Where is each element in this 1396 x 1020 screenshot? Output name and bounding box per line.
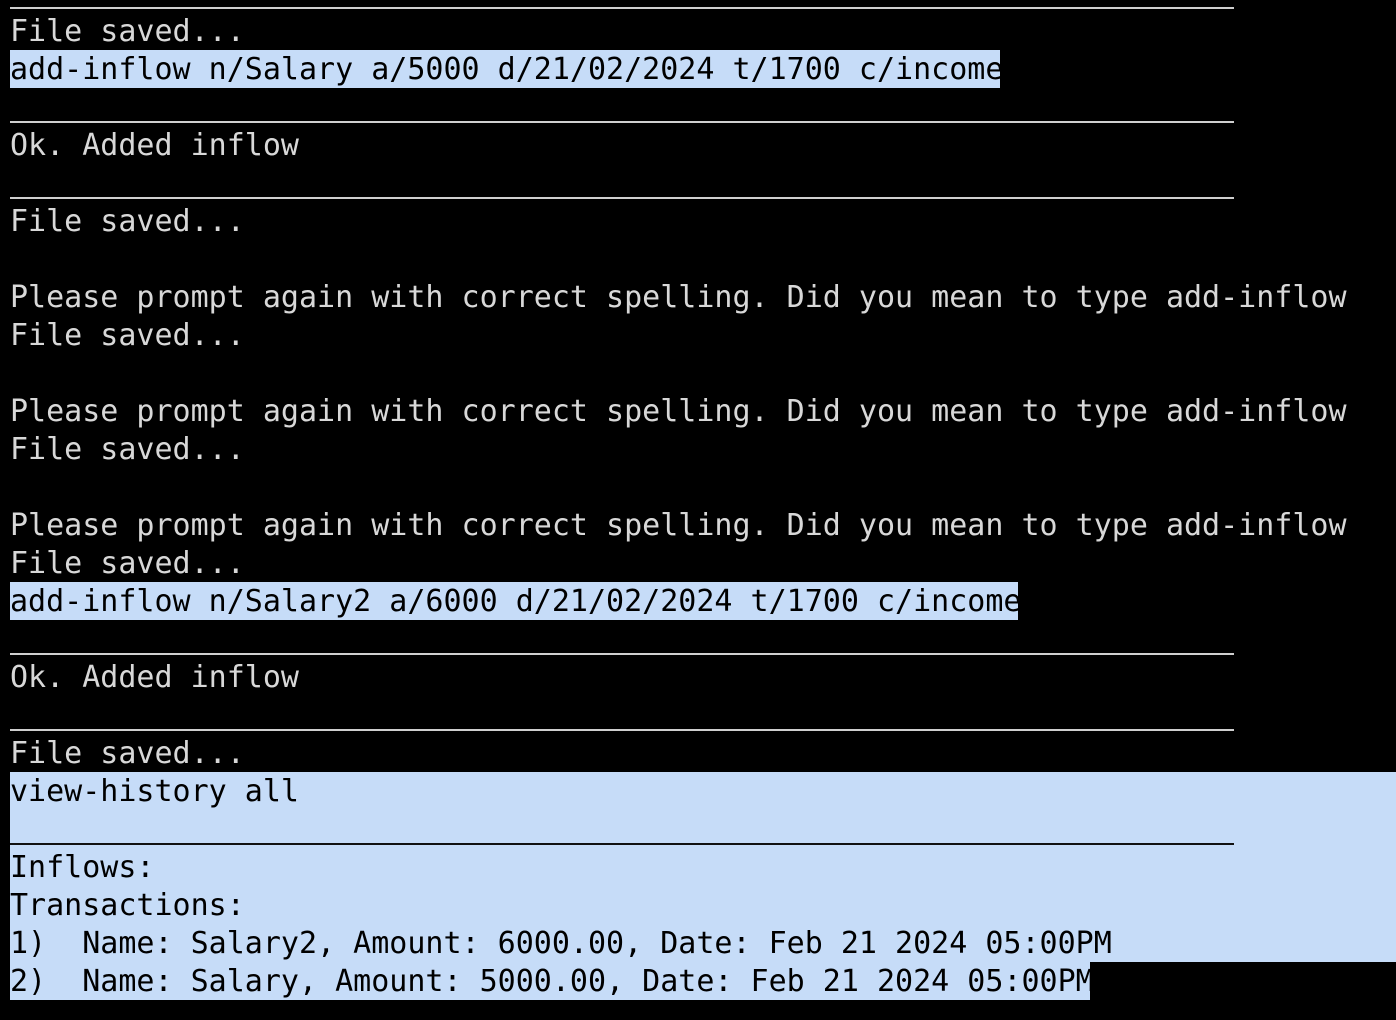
separator-line [10, 729, 1234, 731]
command-line: view-history all [10, 774, 299, 809]
command-line: add-inflow n/Salary2 a/6000 d/21/02/2024… [10, 584, 1022, 619]
output-line: File saved... [10, 14, 245, 49]
separator-line [10, 197, 1234, 199]
transaction-row: 2) Name: Salary, Amount: 5000.00, Date: … [10, 964, 1094, 999]
separator-line [10, 121, 1234, 123]
terminal-window[interactable]: File saved... add-inflow n/Salary a/5000… [0, 0, 1396, 1020]
separator-line [10, 7, 1234, 9]
output-line: File saved... [10, 736, 245, 771]
output-line: File saved... [10, 204, 245, 239]
separator-line [10, 653, 1234, 655]
output-line: File saved... [10, 432, 245, 467]
output-line: File saved... [10, 318, 245, 353]
section-header: Transactions: [10, 888, 245, 923]
output-line: Ok. Added inflow [10, 128, 299, 163]
error-line: Please prompt again with correct spellin… [10, 280, 1347, 315]
output-line: Ok. Added inflow [10, 660, 299, 695]
separator-line [10, 843, 1234, 845]
section-header: Inflows: [10, 850, 155, 885]
error-line: Please prompt again with correct spellin… [10, 508, 1347, 543]
transaction-row: 1) Name: Salary2, Amount: 6000.00, Date:… [10, 926, 1112, 961]
command-line: add-inflow n/Salary a/5000 d/21/02/2024 … [10, 52, 1004, 87]
error-line: Please prompt again with correct spellin… [10, 394, 1347, 429]
output-line: File saved... [10, 546, 245, 581]
